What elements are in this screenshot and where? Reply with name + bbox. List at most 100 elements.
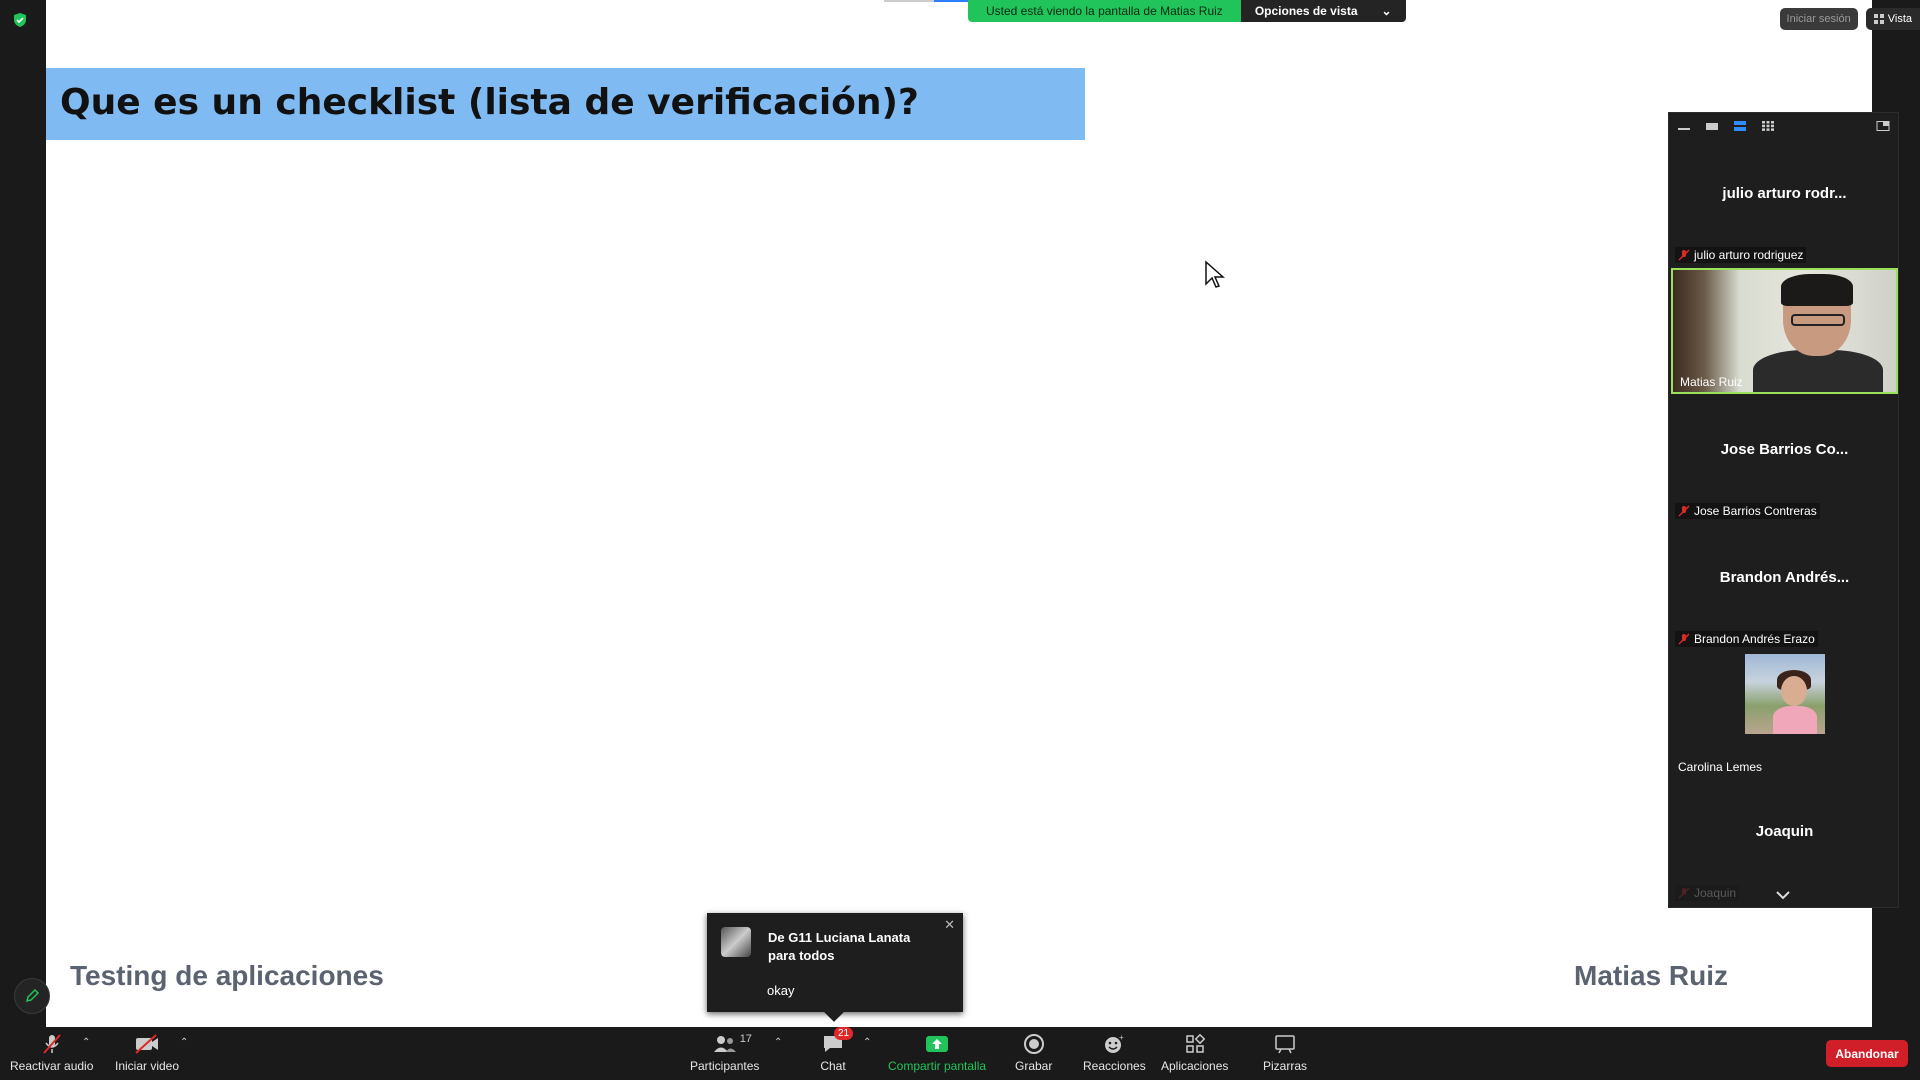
participant-name-label: Brandon Andrés Erazo — [1675, 631, 1818, 647]
annotate-button[interactable] — [14, 978, 50, 1014]
grid-view-icon — [1873, 14, 1884, 24]
shared-screen: Que es un checklist (lista de verificaci… — [46, 0, 1872, 1027]
share-screen-icon — [924, 1033, 950, 1055]
svg-text:+: + — [1119, 1033, 1124, 1042]
emoji-plus-icon: + — [1101, 1033, 1127, 1055]
start-video-button[interactable]: Iniciar video — [115, 1033, 179, 1073]
close-icon[interactable]: ✕ — [944, 917, 955, 933]
view-options-label: Opciones de vista — [1254, 4, 1358, 18]
chat-button[interactable]: 21 Chat — [820, 1027, 854, 1073]
screen-share-banner: Usted está viendo la pantalla de Matias … — [968, 0, 1406, 22]
participant-name-label: Joaquin — [1675, 885, 1740, 901]
video-options-caret[interactable]: ⌃ — [180, 1037, 188, 1048]
slide-tab-indicator — [884, 0, 934, 2]
slide-title: Que es un checklist (lista de verificaci… — [60, 82, 919, 123]
sender-avatar — [721, 927, 751, 957]
unmute-audio-button[interactable]: Reactivar audio — [10, 1033, 93, 1073]
chat-sender: De G11 Luciana Lanata para todos — [768, 930, 911, 963]
record-label: Grabar — [1015, 1059, 1053, 1073]
participants-icon: 17 — [712, 1033, 752, 1055]
view-options-button[interactable]: Opciones de vista ⌄ — [1240, 0, 1406, 22]
unmute-audio-label: Reactivar audio — [10, 1059, 94, 1073]
record-button[interactable]: Grabar — [1015, 1033, 1052, 1073]
reactions-button[interactable]: + Reacciones — [1083, 1033, 1146, 1073]
grid-view-icon[interactable] — [1761, 121, 1775, 131]
mic-muted-icon — [1678, 249, 1690, 261]
participant-name: Brandon Andrés Erazo — [1694, 632, 1815, 646]
participants-count: 17 — [739, 1033, 752, 1045]
participant-name-label: julio arturo rodriguez — [1675, 247, 1807, 263]
view-label: Vista — [1887, 13, 1912, 25]
whiteboards-button[interactable]: Pizarras — [1263, 1033, 1307, 1073]
participant-display-name: Joaquin — [1755, 823, 1814, 840]
gallery-panel: julio arturo rodr... julio arturo rodrig… — [1668, 112, 1899, 908]
participant-video — [1753, 350, 1883, 392]
mouse-pointer-icon — [1205, 260, 1225, 288]
mic-muted-icon — [1678, 887, 1690, 899]
chat-bubble-icon: 21 — [820, 1027, 854, 1055]
participant-display-name: julio arturo rodr... — [1722, 185, 1847, 202]
start-video-label: Iniciar video — [115, 1059, 180, 1073]
strip-view-icon[interactable] — [1733, 121, 1747, 131]
chat-message: okay — [767, 983, 795, 998]
record-icon — [1021, 1033, 1047, 1055]
meeting-stage: Que es un checklist (lista de verificaci… — [0, 0, 1920, 1027]
slide-title-bar: Que es un checklist (lista de verificaci… — [46, 68, 1085, 140]
chat-label: Chat — [820, 1059, 846, 1073]
security-shield-icon[interactable] — [12, 12, 28, 28]
participants-label: Participantes — [690, 1059, 760, 1073]
chevron-down-icon: ⌄ — [1381, 4, 1392, 18]
participant-display-name: Jose Barrios Co... — [1720, 441, 1849, 458]
share-screen-button[interactable]: Compartir pantalla — [888, 1033, 986, 1073]
participant-name: Joaquin — [1694, 886, 1737, 900]
apps-button[interactable]: Aplicaciones — [1161, 1033, 1228, 1073]
mic-muted-icon — [1678, 633, 1690, 645]
participant-name-label: Carolina Lemes — [1675, 759, 1765, 775]
participant-tile[interactable]: Joaquin Joaquin — [1671, 777, 1898, 903]
audio-options-caret[interactable]: ⌃ — [82, 1037, 90, 1048]
participant-avatar — [1745, 654, 1825, 734]
participant-name-label: Matias Ruiz — [1677, 374, 1746, 390]
mic-muted-icon — [1678, 505, 1690, 517]
chevron-down-icon[interactable] — [1774, 889, 1792, 901]
mic-muted-icon — [39, 1033, 65, 1055]
participant-tile[interactable]: Carolina Lemes — [1671, 651, 1898, 777]
participant-video-tile[interactable]: Matias Ruiz — [1671, 268, 1898, 394]
apps-icon — [1182, 1033, 1208, 1055]
participants-options-caret[interactable]: ⌃ — [774, 1037, 782, 1048]
participant-tile[interactable]: julio arturo rodr... julio arturo rodrig… — [1671, 139, 1898, 265]
participant-tile[interactable]: Brandon Andrés... Brandon Andrés Erazo — [1671, 523, 1898, 649]
participant-name-label: Jose Barrios Contreras — [1675, 503, 1820, 519]
whiteboard-icon — [1272, 1033, 1298, 1055]
slide-footer-course: Testing de aplicaciones — [70, 960, 384, 991]
participant-tile[interactable]: Jose Barrios Co... Jose Barrios Contrera… — [1671, 395, 1898, 521]
participant-name: Matias Ruiz — [1680, 375, 1743, 389]
participant-name: Jose Barrios Contreras — [1694, 504, 1817, 518]
signin-button[interactable]: Iniciar sesión — [1779, 8, 1858, 30]
meeting-toolbar: Reactivar audio ⌃ Iniciar video ⌃ 17 Par… — [0, 1027, 1920, 1080]
pencil-icon — [25, 988, 40, 1003]
participant-video — [1791, 314, 1845, 326]
chat-notification[interactable]: De G11 Luciana Lanata para todos okay ✕ — [707, 913, 963, 1022]
camera-off-icon — [134, 1033, 160, 1055]
participant-display-name: Brandon Andrés... — [1719, 569, 1850, 586]
speaker-view-icon[interactable] — [1705, 121, 1719, 131]
slide-footer-author: Matias Ruiz — [1574, 960, 1729, 991]
view-button[interactable]: Vista — [1865, 8, 1920, 30]
share-screen-label: Compartir pantalla — [888, 1059, 987, 1073]
participant-name: Carolina Lemes — [1678, 760, 1763, 774]
leave-meeting-button[interactable]: Abandonar — [1826, 1040, 1908, 1067]
chat-options-caret[interactable]: ⌃ — [863, 1037, 871, 1048]
top-right-controls: Iniciar sesión Vista — [1779, 8, 1920, 30]
pop-out-icon[interactable] — [1876, 121, 1890, 131]
gallery-toolbar — [1669, 113, 1898, 139]
apps-label: Aplicaciones — [1161, 1059, 1229, 1073]
reactions-label: Reacciones — [1083, 1059, 1146, 1073]
participant-video — [1781, 274, 1853, 306]
participant-name: julio arturo rodriguez — [1694, 248, 1804, 262]
whiteboards-label: Pizarras — [1263, 1059, 1308, 1073]
participants-button[interactable]: 17 Participantes — [690, 1033, 759, 1073]
viewing-screen-label: Usted está viendo la pantalla de Matias … — [968, 0, 1241, 22]
minimize-icon[interactable] — [1677, 121, 1691, 131]
chat-unread-badge: 21 — [834, 1027, 854, 1040]
